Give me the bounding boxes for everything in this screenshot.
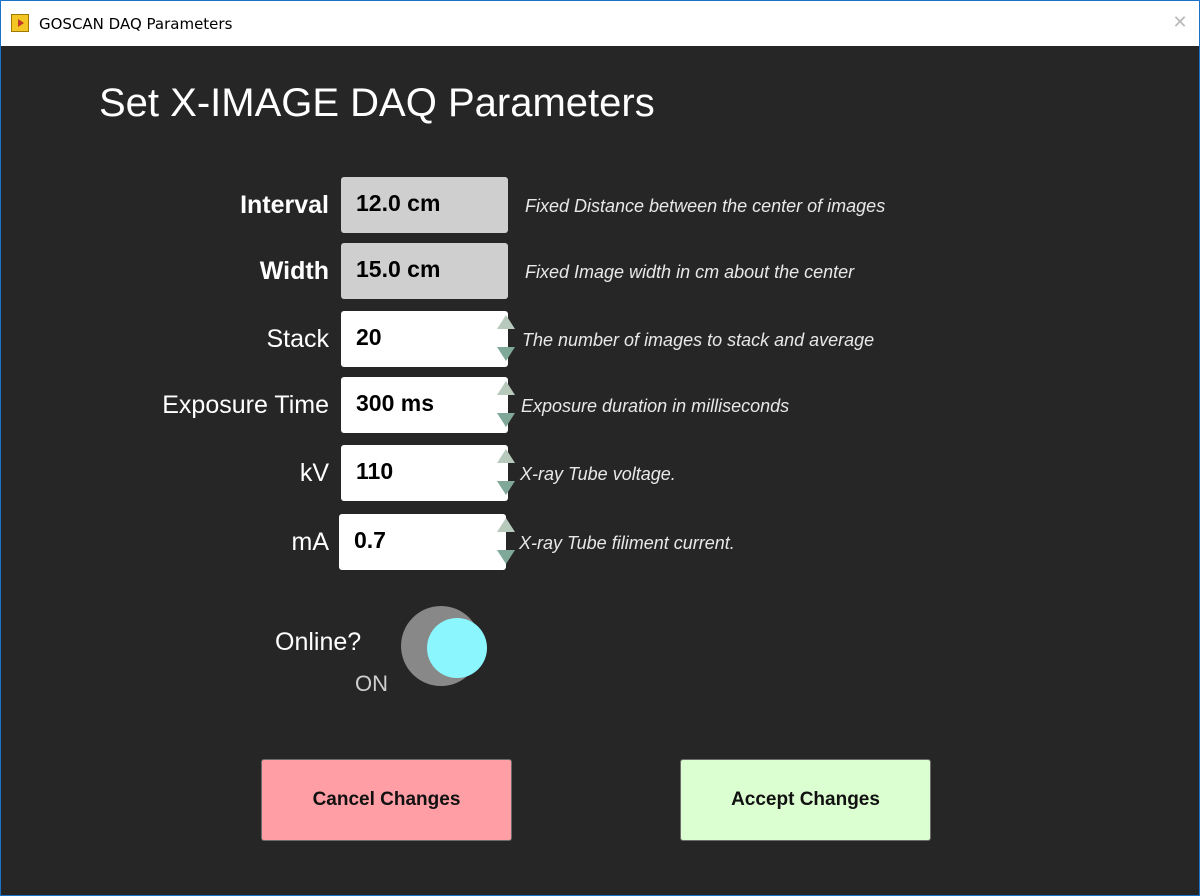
window-title: GOSCAN DAQ Parameters	[39, 15, 233, 33]
title-bar: GOSCAN DAQ Parameters ✕	[1, 0, 1199, 47]
interval-field: 12.0 cm	[341, 177, 508, 233]
arrow-down-icon[interactable]	[497, 413, 515, 427]
online-toggle[interactable]	[401, 606, 487, 686]
arrow-down-icon[interactable]	[497, 347, 515, 361]
arrow-down-icon[interactable]	[497, 481, 515, 495]
kv-spinner[interactable]	[496, 447, 516, 499]
cancel-button[interactable]: Cancel Changes	[261, 759, 512, 841]
online-state: ON	[355, 671, 388, 696]
interval-label: Interval	[240, 191, 329, 219]
width-label: Width	[259, 257, 329, 285]
ma-spinner[interactable]	[496, 516, 516, 568]
arrow-up-icon[interactable]	[497, 381, 515, 395]
exposure-spinner[interactable]	[496, 379, 516, 431]
toggle-knob	[427, 618, 487, 678]
close-icon[interactable]: ✕	[1171, 13, 1189, 31]
kv-label: kV	[299, 459, 329, 487]
ma-input[interactable]: 0.7	[339, 514, 506, 570]
kv-row: kV 110 X-ray Tube voltage.	[1, 445, 1199, 501]
stack-label: Stack	[266, 325, 329, 353]
kv-description: X-ray Tube voltage.	[520, 464, 676, 484]
accept-button[interactable]: Accept Changes	[680, 759, 931, 841]
stack-spinner[interactable]	[496, 313, 516, 365]
width-field: 15.0 cm	[341, 243, 508, 299]
dialog-content: Set X-IMAGE DAQ Parameters Interval 12.0…	[1, 46, 1199, 895]
app-icon	[11, 14, 29, 32]
stack-input[interactable]: 20	[341, 311, 508, 367]
exposure-input[interactable]: 300 ms	[341, 377, 508, 433]
exposure-row: Exposure Time 300 ms Exposure duration i…	[1, 377, 1199, 433]
width-description: Fixed Image width in cm about the center	[525, 262, 855, 282]
ma-description: X-ray Tube filiment current.	[519, 533, 735, 553]
stack-description: The number of images to stack and averag…	[522, 330, 875, 350]
arrow-down-icon[interactable]	[497, 550, 515, 564]
exposure-description: Exposure duration in milliseconds	[521, 396, 790, 416]
dialog-window: GOSCAN DAQ Parameters ✕ Set X-IMAGE DAQ …	[0, 0, 1200, 896]
ma-row: mA 0.7 X-ray Tube filiment current.	[1, 514, 1199, 570]
arrow-up-icon[interactable]	[497, 449, 515, 463]
ma-label: mA	[291, 528, 330, 556]
width-row: Width 15.0 cm Fixed Image width in cm ab…	[1, 243, 1199, 299]
kv-input[interactable]: 110	[341, 445, 508, 501]
online-label: Online?	[275, 628, 362, 656]
interval-description: Fixed Distance between the center of ima…	[525, 196, 886, 216]
page-title: Set X-IMAGE DAQ Parameters	[99, 81, 655, 125]
arrow-up-icon[interactable]	[497, 315, 515, 329]
exposure-label: Exposure Time	[162, 391, 329, 419]
stack-row: Stack 20 The number of images to stack a…	[1, 311, 1199, 367]
interval-row: Interval 12.0 cm Fixed Distance between …	[1, 177, 1199, 233]
arrow-up-icon[interactable]	[497, 518, 515, 532]
